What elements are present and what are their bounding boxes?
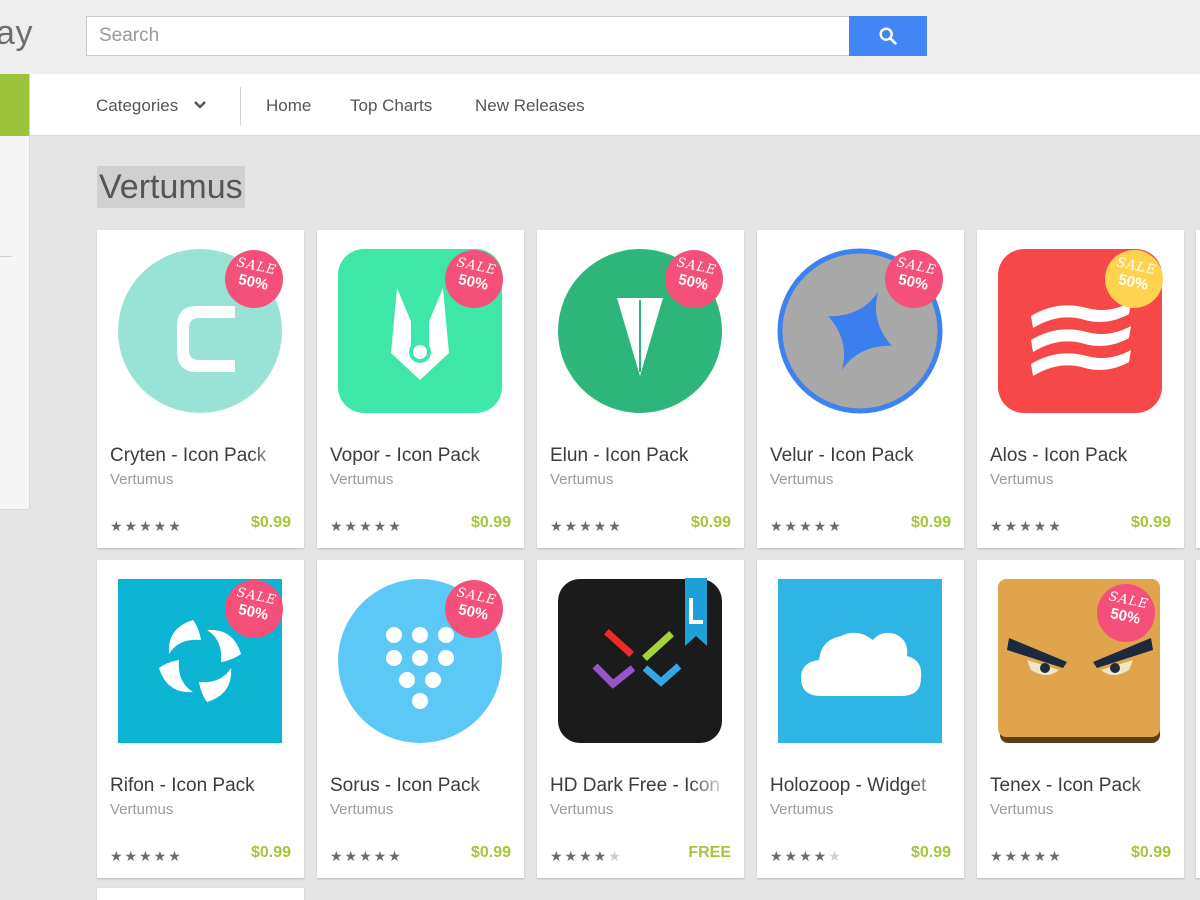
app-title: Tenex - Icon Pack: [990, 775, 1170, 797]
star-rating: ★★★★★: [990, 518, 1063, 534]
chevron-down-icon: [193, 73, 207, 137]
app-title: HD Dark Free - Icon: [550, 775, 730, 797]
app-title: Alos - Icon Pack: [990, 445, 1170, 467]
star-rating: ★★★★★: [550, 848, 623, 864]
app-card[interactable]: SALE 50% Sorus - Icon Pack Vertumus ★★★★★…: [317, 560, 524, 878]
sidebar-active-tab[interactable]: [0, 74, 29, 136]
price-button[interactable]: $0.99: [691, 514, 731, 532]
app-card[interactable]: SALE 50% Tenex - Icon Pack Vertumus ★★★★★…: [977, 560, 1184, 878]
app-title: Rifon - Icon Pack: [110, 775, 290, 797]
nav-top-charts[interactable]: Top Charts: [350, 74, 432, 136]
price-button[interactable]: $0.99: [251, 514, 291, 532]
app-title: Sorus - Icon Pack: [330, 775, 510, 797]
app-title: Vopor - Icon Pack: [330, 445, 510, 467]
search-input[interactable]: [87, 17, 850, 55]
star-rating: ★★★★★: [770, 518, 843, 534]
app-card-partial[interactable]: [1196, 230, 1200, 548]
app-developer[interactable]: Vertumus: [330, 471, 393, 488]
sidebar-divider: [0, 256, 12, 257]
app-card[interactable]: SALE 50% Elun - Icon Pack Vertumus ★★★★★ …: [537, 230, 744, 548]
store-logo[interactable]: lay: [0, 14, 33, 53]
search-box: [86, 16, 850, 56]
app-card[interactable]: SALE 50% Alos - Icon Pack Vertumus ★★★★★ …: [977, 230, 1184, 548]
star-rating: ★★★★★: [110, 848, 183, 864]
price-button[interactable]: $0.99: [911, 844, 951, 862]
star-rating: ★★★★★: [330, 848, 403, 864]
nav-separator: [240, 87, 241, 125]
price-button[interactable]: $0.99: [1131, 844, 1171, 862]
price-button[interactable]: $0.99: [911, 514, 951, 532]
price-button[interactable]: $0.99: [1131, 514, 1171, 532]
search-icon: [879, 27, 897, 45]
app-card-partial[interactable]: [97, 888, 304, 900]
price-button[interactable]: $0.99: [471, 844, 511, 862]
app-developer[interactable]: Vertumus: [990, 801, 1053, 818]
categories-label: Categories: [96, 96, 179, 115]
app-developer[interactable]: Vertumus: [770, 801, 833, 818]
app-title: Cryten - Icon Pack: [110, 445, 290, 467]
app-card[interactable]: SALE 50% Cryten - Icon Pack Vertumus ★★★★…: [97, 230, 304, 548]
star-rating: ★★★★★: [330, 518, 403, 534]
app-card-partial[interactable]: [1196, 560, 1200, 878]
app-title: Holozoop - Widget: [770, 775, 950, 797]
nav-new-releases[interactable]: New Releases: [475, 74, 585, 136]
price-button[interactable]: FREE: [688, 844, 731, 862]
search-button[interactable]: [849, 16, 927, 56]
nav-bar: Categories Home Top Charts New Releases: [30, 74, 1200, 136]
nav-home[interactable]: Home: [266, 74, 311, 136]
app-developer[interactable]: Vertumus: [550, 471, 613, 488]
price-button[interactable]: $0.99: [251, 844, 291, 862]
price-button[interactable]: $0.99: [471, 514, 511, 532]
star-rating: ★★★★★: [990, 848, 1063, 864]
app-card[interactable]: SALE 50% Vopor - Icon Pack Vertumus ★★★★★…: [317, 230, 524, 548]
app-card[interactable]: SALE 50% Velur - Icon Pack Vertumus ★★★★★…: [757, 230, 964, 548]
hd-dark-icon: [558, 578, 722, 743]
app-card[interactable]: HD Dark Free - Icon Vertumus ★★★★★ FREE: [537, 560, 744, 878]
star-rating: ★★★★★: [770, 848, 843, 864]
star-rating: ★★★★★: [110, 518, 183, 534]
left-sidebar: [0, 74, 30, 510]
app-developer[interactable]: Vertumus: [550, 801, 613, 818]
app-developer[interactable]: Vertumus: [770, 471, 833, 488]
app-developer[interactable]: Vertumus: [110, 801, 173, 818]
holozoop-icon: [778, 579, 942, 743]
app-developer[interactable]: Vertumus: [330, 801, 393, 818]
star-rating: ★★★★★: [550, 518, 623, 534]
app-title: Elun - Icon Pack: [550, 445, 730, 467]
app-card[interactable]: Holozoop - Widget Vertumus ★★★★★ $0.99: [757, 560, 964, 878]
page-title: Vertumus: [97, 166, 245, 208]
app-title: Velur - Icon Pack: [770, 445, 950, 467]
app-card[interactable]: SALE 50% Rifon - Icon Pack Vertumus ★★★★★…: [97, 560, 304, 878]
app-developer[interactable]: Vertumus: [110, 471, 173, 488]
app-developer[interactable]: Vertumus: [990, 471, 1053, 488]
top-bar: lay: [0, 0, 1200, 74]
categories-dropdown[interactable]: Categories: [96, 74, 207, 136]
